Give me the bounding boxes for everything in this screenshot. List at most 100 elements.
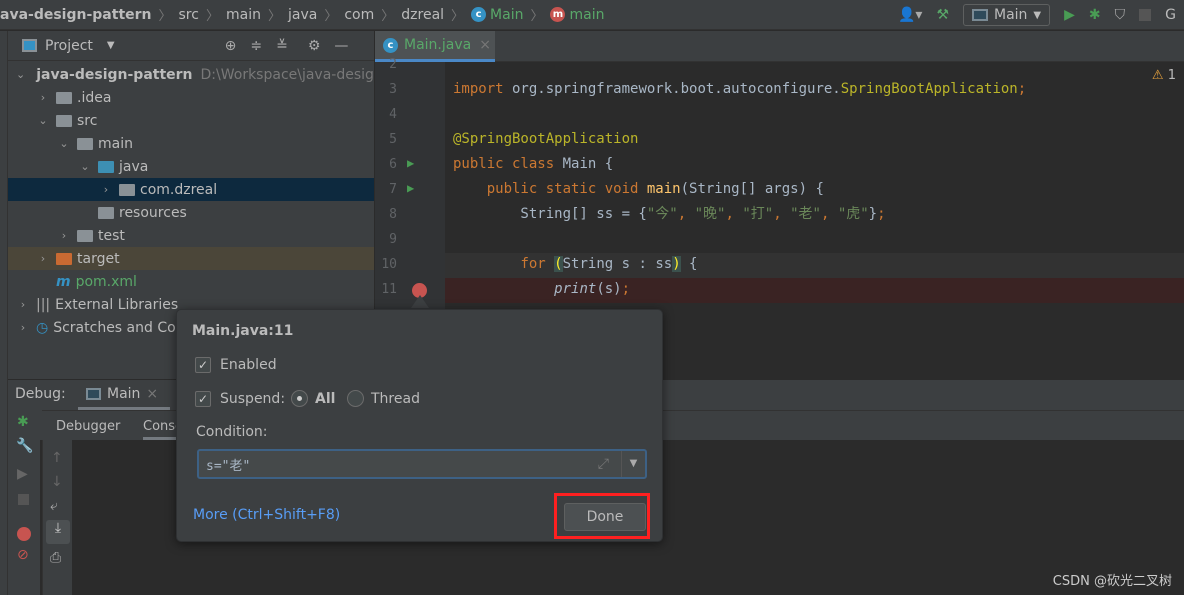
chevron-right-icon: › <box>103 183 109 196</box>
mute-breakpoints-icon[interactable]: ⊘ <box>17 547 40 563</box>
tree-item-com-dzreal[interactable]: › com.dzreal <box>8 178 374 201</box>
debug-bug-icon[interactable]: ✱ <box>17 414 40 430</box>
debug-left-toolbar: ✱ 🔧 ▶ ⊘ <box>8 410 40 595</box>
condition-value: s="老" <box>206 458 251 474</box>
up-arrow-icon[interactable]: ↑ <box>51 450 72 466</box>
run-config-select[interactable]: Main ▼ <box>963 4 1051 26</box>
folder-icon <box>77 229 93 242</box>
soft-wrap-icon[interactable]: ⤶ <box>50 498 72 514</box>
excluded-folder-icon <box>56 252 72 265</box>
suspend-thread-radio[interactable]: Thread <box>347 390 420 407</box>
tree-item-target[interactable]: › target <box>8 247 374 270</box>
tree-item-test[interactable]: › test <box>8 224 374 247</box>
project-path: D:\Workspace\java-design <box>200 66 383 83</box>
enabled-label: Enabled <box>220 357 277 373</box>
done-button[interactable]: Done <box>564 503 646 531</box>
run-gutter-icon[interactable]: ▶ <box>407 181 414 195</box>
tree-item-pom[interactable]: m pom.xml <box>8 270 374 293</box>
breadcrumb-dzreal[interactable]: dzreal <box>401 7 444 23</box>
tree-label: com.dzreal <box>140 181 218 198</box>
chevron-down-icon: ⌄ <box>59 137 69 150</box>
scratches-icon: ◷ <box>36 319 49 336</box>
close-icon[interactable]: × <box>146 386 158 402</box>
wrench-icon[interactable]: 🔧 <box>16 438 40 454</box>
code-line: @SpringBootApplication <box>453 131 639 147</box>
breadcrumb-main[interactable]: main <box>226 7 261 23</box>
collapse-all-icon[interactable]: ≚ <box>276 38 288 54</box>
source-folder-icon <box>98 160 114 173</box>
debug-bug-icon[interactable]: ✱ <box>1089 7 1101 23</box>
tab-debugger[interactable]: Debugger <box>56 419 120 434</box>
stop-icon[interactable] <box>18 494 29 505</box>
tree-item-main[interactable]: ⌄ main <box>8 132 374 155</box>
chevron-right-icon: › <box>40 91 46 104</box>
code-line: public static void main(String[] args) { <box>486 181 824 197</box>
code-line: print(s); <box>554 281 631 297</box>
breadcrumb-java[interactable]: java <box>288 7 317 23</box>
line-number: 9 <box>389 232 397 247</box>
line-number: 10 <box>381 257 397 272</box>
resources-folder-icon <box>98 206 114 219</box>
project-panel-header: Project ▼ ⊕ ≑ ≚ ⚙ — <box>8 31 374 61</box>
view-breakpoints-icon[interactable] <box>17 527 31 541</box>
debug-session-tab[interactable]: Main × <box>78 380 170 410</box>
close-icon[interactable]: × <box>479 37 491 53</box>
resume-icon[interactable]: ▶ <box>17 466 40 482</box>
run-icon[interactable]: ▶ <box>1064 7 1075 23</box>
chevron-down-icon: ⌄ <box>16 68 26 81</box>
tree-label: main <box>98 135 133 152</box>
chevron-down-icon: ⌄ <box>38 114 48 127</box>
warning-icon: ⚠ <box>1151 68 1164 83</box>
tree-item-idea[interactable]: › .idea <box>8 86 374 109</box>
tree-item-project-root[interactable]: ⌄ java-design-pattern D:\Workspace\java-de… <box>8 63 383 86</box>
gear-icon[interactable]: ⚙ <box>308 38 321 54</box>
expand-all-icon[interactable]: ≑ <box>250 38 262 54</box>
folder-icon <box>56 114 72 127</box>
chevron-down-icon: ▼ <box>1033 9 1042 21</box>
down-arrow-icon[interactable]: ↓ <box>51 474 72 490</box>
print-icon[interactable]: ⎙ <box>50 550 72 566</box>
tab-label: Main.java <box>404 37 472 53</box>
debug-session-label: Main <box>107 385 141 402</box>
condition-input[interactable]: s="老" ⤢ ▼ <box>197 449 647 479</box>
breadcrumb-project[interactable]: ava-design-pattern <box>0 7 152 23</box>
breadcrumb-method[interactable]: main <box>569 7 604 23</box>
breakpoint-properties-popup: Main.java:11 ✓ Enabled ✓ Suspend: All Thre… <box>176 309 663 542</box>
suspend-checkbox[interactable]: ✓ Suspend: <box>195 391 285 407</box>
line-number: 11 <box>381 282 397 297</box>
debug-label: Debug: <box>15 386 66 402</box>
radio-selected-icon <box>291 390 308 407</box>
tree-item-src[interactable]: ⌄ src <box>8 109 374 132</box>
more-link[interactable]: More (Ctrl+Shift+F8) <box>193 507 340 523</box>
toolbar-truncated-label[interactable]: G <box>1165 7 1176 23</box>
inspection-widget[interactable]: ⚠ 1 <box>1152 68 1176 83</box>
run-gutter-icon[interactable]: ▶ <box>407 156 414 170</box>
tree-item-resources[interactable]: resources <box>8 201 374 224</box>
expand-icon[interactable]: ⤢ <box>598 456 609 472</box>
tree-item-java[interactable]: ⌄ java <box>8 155 374 178</box>
breadcrumb-class[interactable]: Main <box>490 7 523 23</box>
breadcrumb-com[interactable]: com <box>344 7 374 23</box>
code-line: for (String s : ss) { <box>520 256 698 272</box>
suspend-all-radio[interactable]: All <box>291 390 335 407</box>
user-icon[interactable]: 👤▾ <box>898 7 922 23</box>
warning-count: 1 <box>1167 68 1176 83</box>
window-icon <box>86 387 101 400</box>
line-number: 3 <box>389 82 397 97</box>
tree-label: src <box>77 112 98 129</box>
project-window-icon <box>22 39 37 52</box>
history-dropdown-icon[interactable]: ▼ <box>621 451 645 477</box>
breadcrumb-src[interactable]: src <box>179 7 199 23</box>
locate-icon[interactable]: ⊕ <box>225 38 237 54</box>
chevron-down-icon[interactable]: ▼ <box>107 40 115 51</box>
chevron-down-icon: ⌄ <box>80 160 90 173</box>
build-hammer-icon[interactable]: ⚒ <box>936 7 949 23</box>
tree-label: Scratches and Con <box>53 319 185 336</box>
enabled-checkbox[interactable]: ✓ Enabled <box>195 357 277 373</box>
minimize-icon[interactable]: — <box>334 38 348 54</box>
project-view-select[interactable]: Project <box>45 38 93 54</box>
coverage-icon[interactable]: ⛉ <box>1115 7 1126 23</box>
scroll-to-end-icon[interactable]: ⤓ <box>46 520 70 544</box>
thread-label: Thread <box>371 390 420 407</box>
stop-icon[interactable] <box>1139 9 1152 21</box>
